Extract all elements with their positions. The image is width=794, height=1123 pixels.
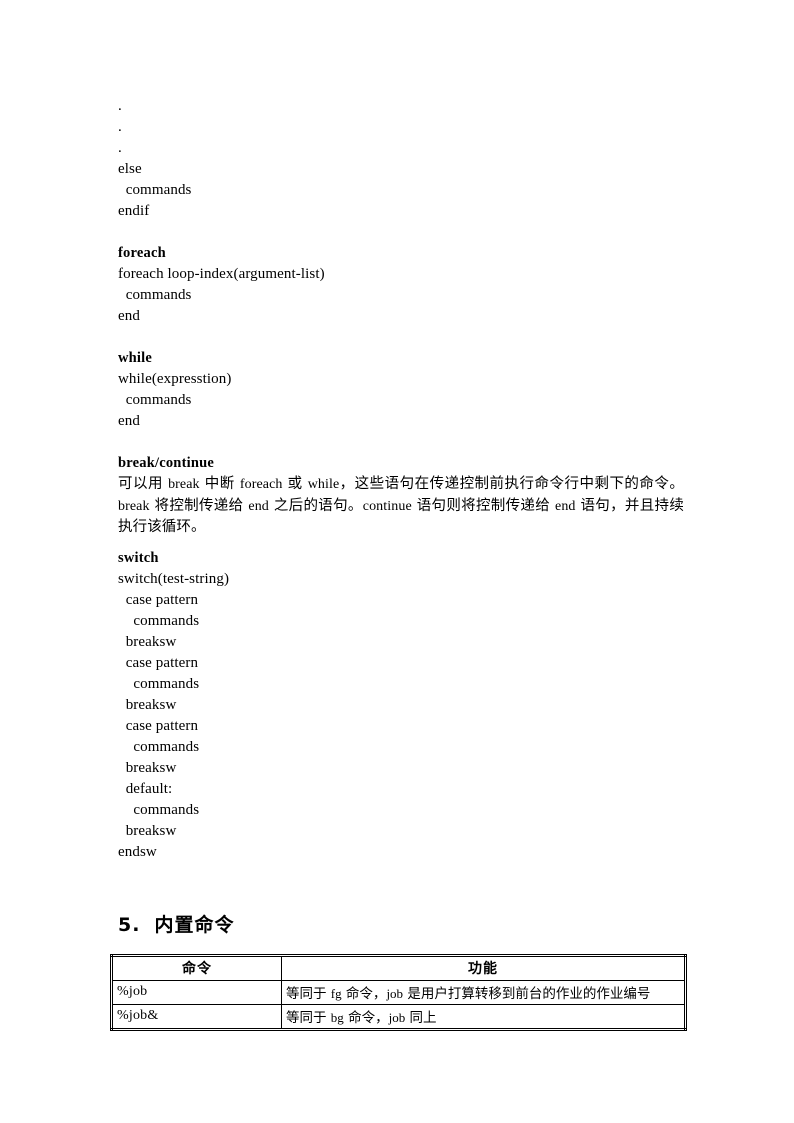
page-title: 内置命令 bbox=[154, 914, 235, 936]
code-line: commands bbox=[118, 612, 200, 629]
column-header-function: 功能 bbox=[281, 955, 686, 981]
code-line: switch(test-string) bbox=[118, 570, 230, 587]
builtin-commands-table: 命令 功能 %job 等同于 fg 命令，job 是用户打算转移到前台的作业的作… bbox=[110, 954, 687, 1031]
section-number: 5. bbox=[118, 914, 141, 936]
code-line: commands bbox=[118, 392, 192, 408]
code-line: while(expresstion) bbox=[118, 371, 232, 387]
cell-command: %job& bbox=[111, 1004, 282, 1030]
code-line: commands bbox=[118, 738, 200, 755]
code-line: case pattern bbox=[118, 654, 199, 671]
table-row: %job& 等同于 bg 命令，job 同上 bbox=[111, 1004, 686, 1030]
code-line: . bbox=[118, 98, 122, 114]
code-line: breaksw bbox=[118, 696, 177, 713]
cell-command: %job bbox=[111, 980, 282, 1005]
code-line: case pattern bbox=[118, 591, 199, 608]
builtin-commands-table-wrap: 命令 功能 %job 等同于 fg 命令，job 是用户打算转移到前台的作业的作… bbox=[110, 954, 687, 1031]
keyword-heading-while: while bbox=[118, 350, 153, 366]
cell-function: 等同于 fg 命令，job 是用户打算转移到前台的作业的作业编号 bbox=[281, 980, 686, 1005]
table-row: %job 等同于 fg 命令，job 是用户打算转移到前台的作业的作业编号 bbox=[111, 980, 686, 1005]
table-header-row: 命令 功能 bbox=[111, 955, 686, 981]
section-foreach: foreach foreach loop-index(argument-list… bbox=[118, 243, 684, 327]
code-line: commands bbox=[118, 287, 192, 303]
keyword-heading-break-continue: break/continue bbox=[118, 455, 214, 471]
section-break-continue: break/continue 可以用 break 中断 foreach 或 wh… bbox=[118, 453, 684, 538]
section-while: while while(expresstion) commands end bbox=[118, 348, 684, 432]
section-switch: switch switch(test-string) case pattern … bbox=[118, 548, 684, 863]
keyword-heading-foreach: foreach bbox=[118, 245, 166, 261]
code-line: end bbox=[118, 308, 140, 324]
keyword-heading-switch: switch bbox=[118, 549, 159, 566]
break-continue-paragraph: 可以用 break 中断 foreach 或 while，这些语句在传递控制前执… bbox=[118, 476, 684, 535]
code-block-if-tail: . . . else commands endif bbox=[118, 96, 684, 222]
cell-function: 等同于 bg 命令，job 同上 bbox=[281, 1004, 686, 1030]
code-line: breaksw bbox=[118, 759, 177, 776]
code-line: endsw bbox=[118, 843, 157, 860]
code-line: else bbox=[118, 161, 142, 177]
code-line: case pattern bbox=[118, 717, 199, 734]
column-header-command: 命令 bbox=[111, 955, 282, 981]
code-line: default: bbox=[118, 780, 173, 797]
code-line: end bbox=[118, 413, 140, 429]
code-line: . bbox=[118, 119, 122, 135]
document-body: . . . else commands endif foreach foreac… bbox=[118, 96, 684, 863]
code-line: endif bbox=[118, 203, 150, 219]
code-line: breaksw bbox=[118, 633, 177, 650]
code-line: commands bbox=[118, 675, 200, 692]
code-line: . bbox=[118, 140, 122, 156]
code-line: foreach loop-index(argument-list) bbox=[118, 266, 325, 282]
section-heading-builtin: 5. 内置命令 bbox=[118, 910, 234, 937]
code-line: breaksw bbox=[118, 822, 177, 839]
code-line: commands bbox=[118, 801, 200, 818]
document-page: . . . else commands endif foreach foreac… bbox=[0, 0, 794, 1123]
code-line: commands bbox=[118, 182, 192, 198]
